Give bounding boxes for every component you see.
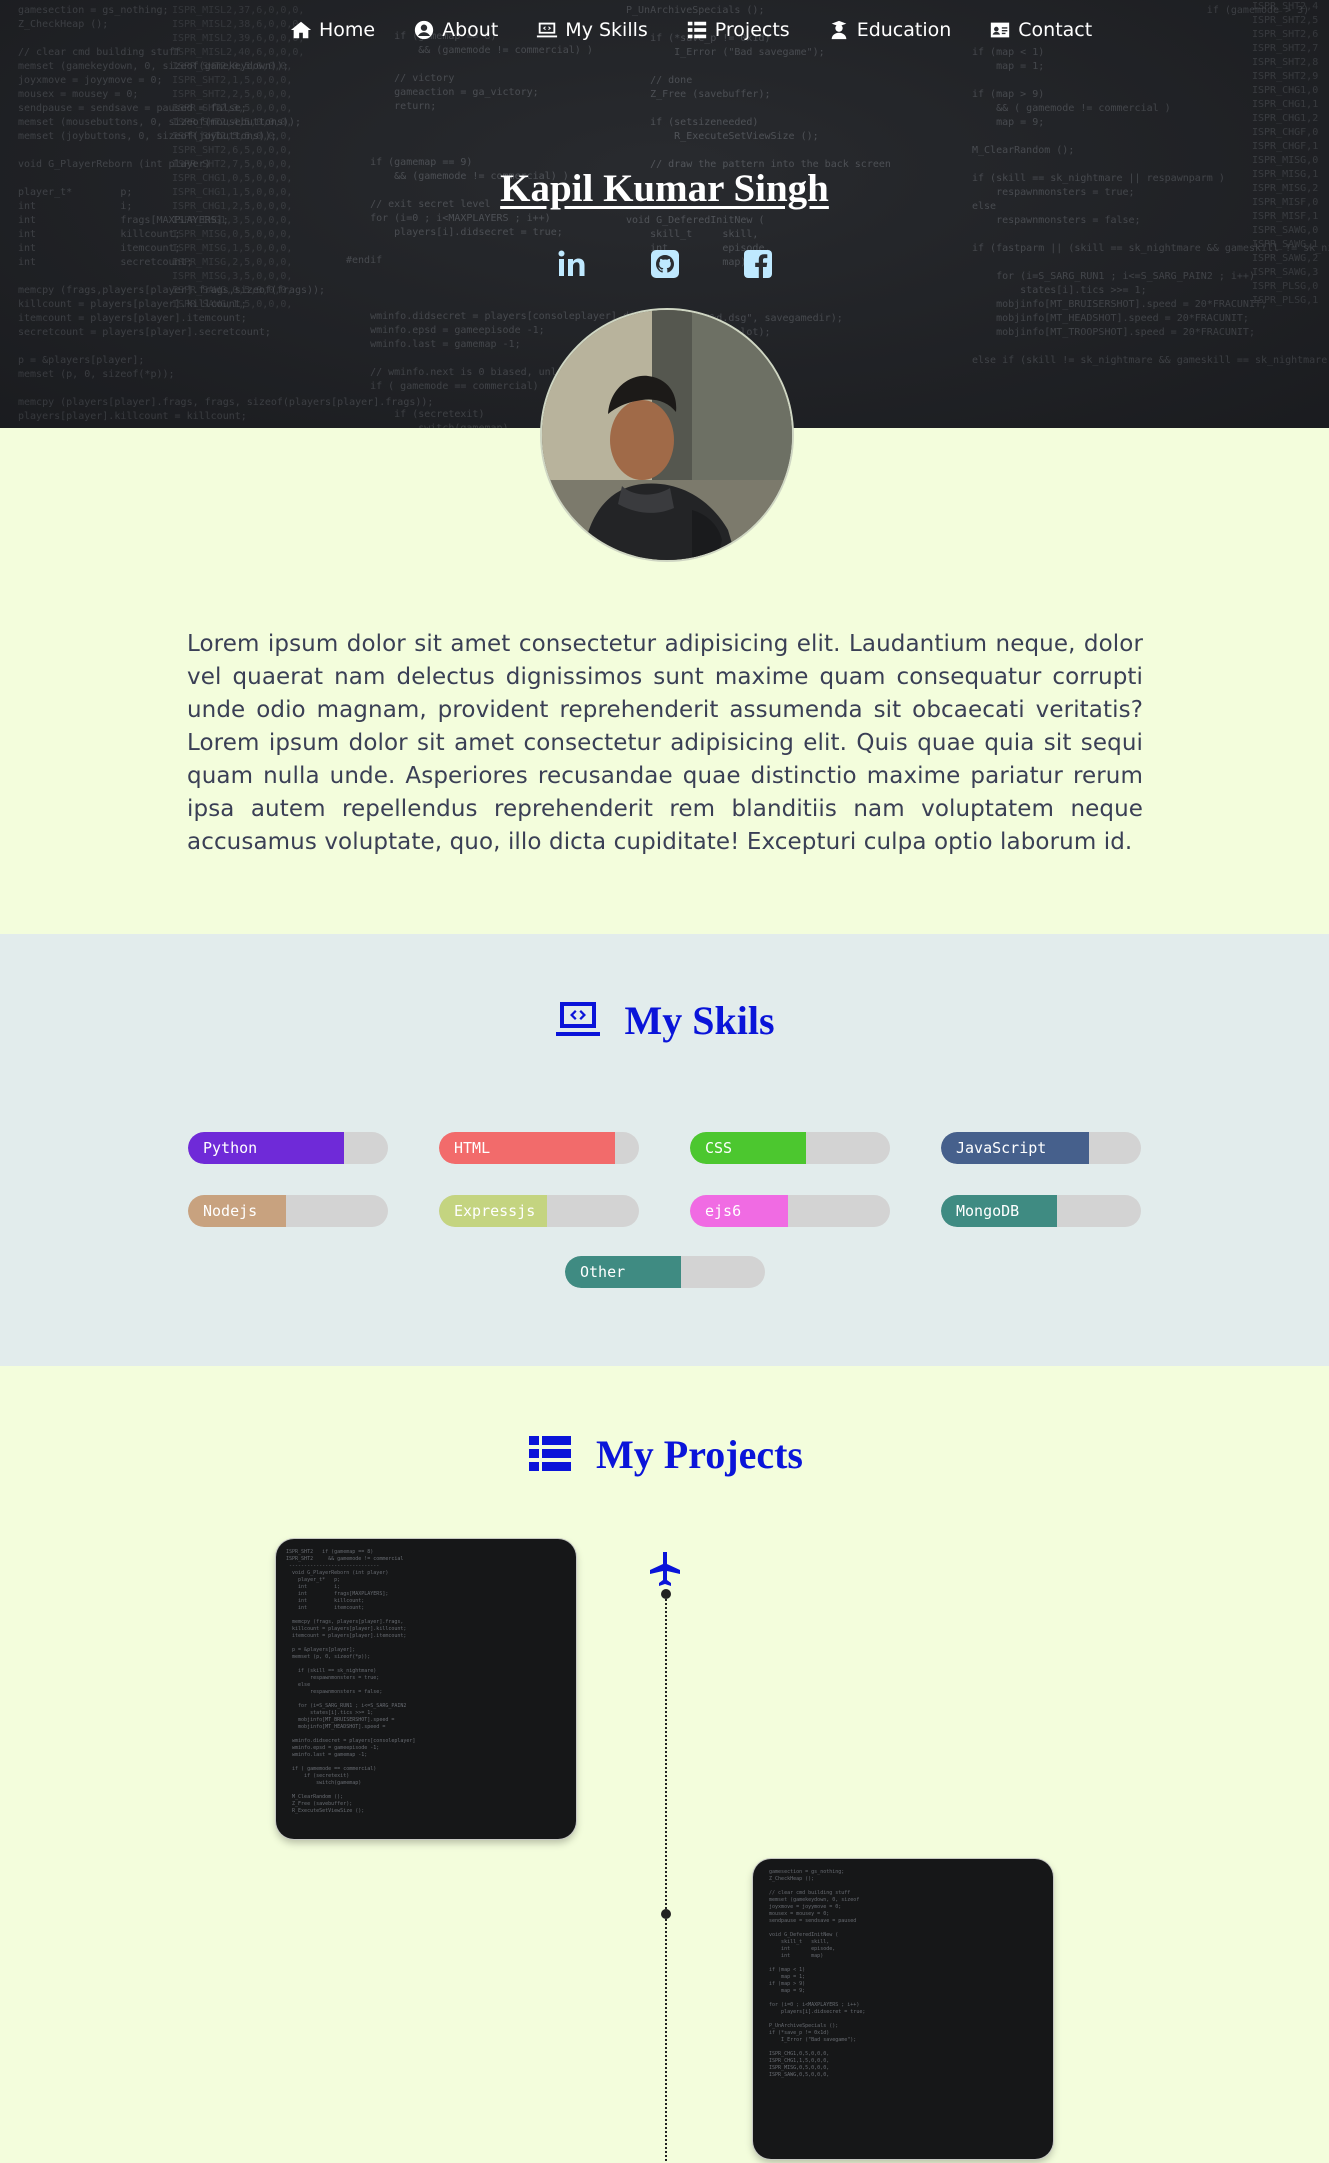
- timeline-dot: [661, 1909, 671, 1919]
- skills-section: My Skils Python HTML CSS JavaScript Nodejs Ex…: [0, 934, 1329, 1366]
- skill-bar-other: Other: [565, 1256, 765, 1288]
- nav-contact[interactable]: Contact: [989, 14, 1092, 46]
- project-card[interactable]: gamesection = gs_nothing; Z_CheckHeap ()…: [753, 1859, 1053, 2159]
- projects-title: My Projects: [596, 1431, 803, 1477]
- nav-skills-label: My Skills: [565, 19, 648, 41]
- user-circle-icon: [414, 20, 434, 40]
- nav-education-label: Education: [856, 19, 952, 41]
- skill-bar-css: CSS: [690, 1132, 890, 1164]
- skill-label: Python: [203, 1139, 258, 1157]
- skill-label: Expressjs: [454, 1202, 536, 1220]
- laptop-code-icon: [556, 1002, 601, 1036]
- nav-projects[interactable]: Projects: [686, 14, 790, 46]
- profile-photo: [542, 310, 792, 560]
- table-list-icon: [529, 1436, 572, 1471]
- skill-label: HTML: [454, 1139, 491, 1157]
- laptop-code-icon: [537, 22, 558, 38]
- timeline-line: [665, 1592, 667, 2163]
- table-list-icon: [687, 21, 706, 39]
- skill-label: CSS: [705, 1139, 733, 1157]
- skill-label: ejs6: [705, 1202, 742, 1220]
- skill-bar-nodejs: Nodejs: [188, 1195, 388, 1227]
- skill-bar-python: Python: [188, 1132, 388, 1164]
- projects-heading: My Projects: [0, 1430, 1329, 1478]
- skill-label: Nodejs: [203, 1202, 258, 1220]
- skill-bar-ejs6: ejs6: [690, 1195, 890, 1227]
- skills-heading: My Skils: [0, 996, 1329, 1044]
- facebook-link[interactable]: [742, 248, 774, 280]
- project-card[interactable]: ISPR_SHT2 if (gamemap == 8) ISPR_SHT2 &&…: [276, 1539, 576, 1839]
- graduate-icon: [831, 20, 847, 40]
- linkedin-icon: [558, 250, 584, 276]
- skill-bar-html: HTML: [439, 1132, 639, 1164]
- skill-bar-expressjs: Expressjs: [439, 1195, 639, 1227]
- nav-projects-label: Projects: [714, 19, 790, 41]
- social-links: [0, 248, 1329, 280]
- main-nav: Home About My Skills Projects Education …: [290, 14, 1130, 46]
- github-link[interactable]: [649, 248, 681, 280]
- nav-home[interactable]: Home: [290, 14, 375, 46]
- skill-label: MongoDB: [956, 1202, 1020, 1220]
- facebook-icon: [743, 250, 772, 278]
- skill-grid: Python HTML CSS JavaScript Nodejs Expressjs ej…: [188, 1132, 1143, 1227]
- nav-contact-label: Contact: [1018, 19, 1093, 41]
- nav-education[interactable]: Education: [828, 14, 952, 46]
- nav-about-label: About: [442, 19, 499, 41]
- nav-skills[interactable]: My Skills: [536, 14, 648, 46]
- nav-about[interactable]: About: [413, 14, 498, 46]
- project-thumbnail: ISPR_SHT2 if (gamemap == 8) ISPR_SHT2 &&…: [286, 1549, 416, 1814]
- airplane-icon: [650, 1552, 680, 1586]
- profile-avatar: [540, 308, 794, 562]
- skill-bar-mongodb: MongoDB: [941, 1195, 1141, 1227]
- id-card-icon: [991, 22, 1010, 38]
- project-thumbnail: gamesection = gs_nothing; Z_CheckHeap ()…: [769, 1869, 866, 2078]
- nav-home-label: Home: [319, 19, 376, 41]
- skill-label: JavaScript: [956, 1139, 1047, 1157]
- page-title: Kapil Kumar Singh: [500, 167, 829, 210]
- home-icon: [290, 21, 312, 39]
- timeline-dot: [661, 1589, 671, 1599]
- linkedin-link[interactable]: [556, 248, 588, 280]
- skill-bar-javascript: JavaScript: [941, 1132, 1141, 1164]
- github-icon: [650, 250, 679, 278]
- skill-label: Other: [580, 1263, 626, 1281]
- about-text: Lorem ipsum dolor sit amet consectetur a…: [187, 631, 1143, 855]
- skills-title: My Skils: [624, 997, 775, 1043]
- skill-other-slot: Other: [565, 1256, 765, 1288]
